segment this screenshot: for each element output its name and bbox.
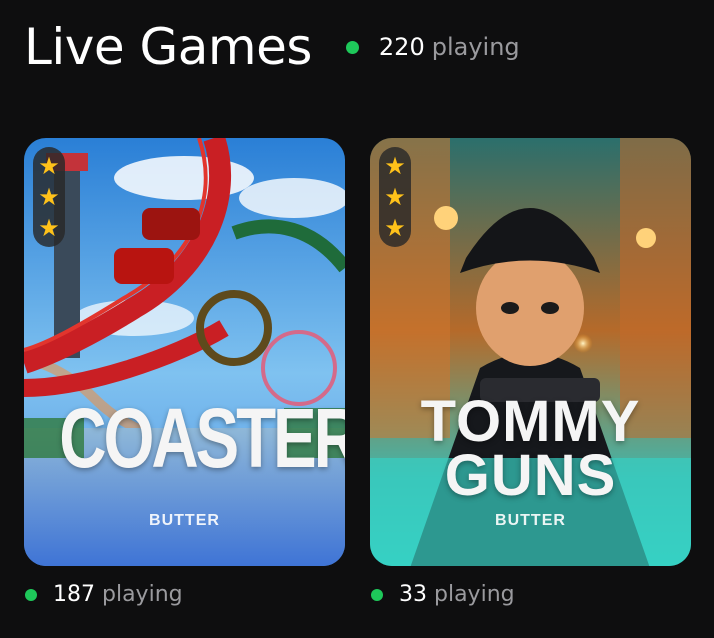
game-title: COASTERS xyxy=(59,391,345,485)
rating-badge: ★ ★ ★ xyxy=(379,147,411,247)
game-players-tommy-guns: 33 playing xyxy=(371,582,515,607)
players-count: 33 xyxy=(399,582,427,607)
game-title-line-2: GUNS xyxy=(444,443,617,508)
game-players-coasters: 187 playing xyxy=(25,582,183,607)
rating-badge: ★ ★ ★ xyxy=(33,147,65,247)
total-playing: 220 playing xyxy=(345,33,520,61)
star-icon: ★ xyxy=(384,213,406,242)
live-dot-icon xyxy=(25,588,37,601)
live-dot-icon xyxy=(371,588,383,601)
game-provider: BUTTER xyxy=(149,512,220,529)
star-icon: ★ xyxy=(38,182,60,211)
page-title: Live Games xyxy=(24,18,312,76)
game-provider: BUTTER xyxy=(495,512,566,529)
live-dot-icon xyxy=(345,40,359,54)
star-icon: ★ xyxy=(384,182,406,211)
game-card-coasters[interactable]: ★ ★ ★ COASTERS BUTTER xyxy=(24,138,345,566)
star-icon: ★ xyxy=(384,152,406,181)
players-label: playing xyxy=(434,582,515,607)
game-thumbnail-coasters xyxy=(24,138,345,566)
page-header: Live Games 220 playing xyxy=(24,22,520,72)
players-count: 187 xyxy=(53,582,95,607)
players-label: playing xyxy=(102,582,183,607)
total-playing-label: playing xyxy=(431,33,520,61)
game-card-tommy-guns[interactable]: ★ ★ ★ TOMMY GUNS BUTTER xyxy=(370,138,691,566)
star-icon: ★ xyxy=(38,213,60,242)
star-icon: ★ xyxy=(38,152,60,181)
total-playing-count: 220 xyxy=(378,33,425,61)
